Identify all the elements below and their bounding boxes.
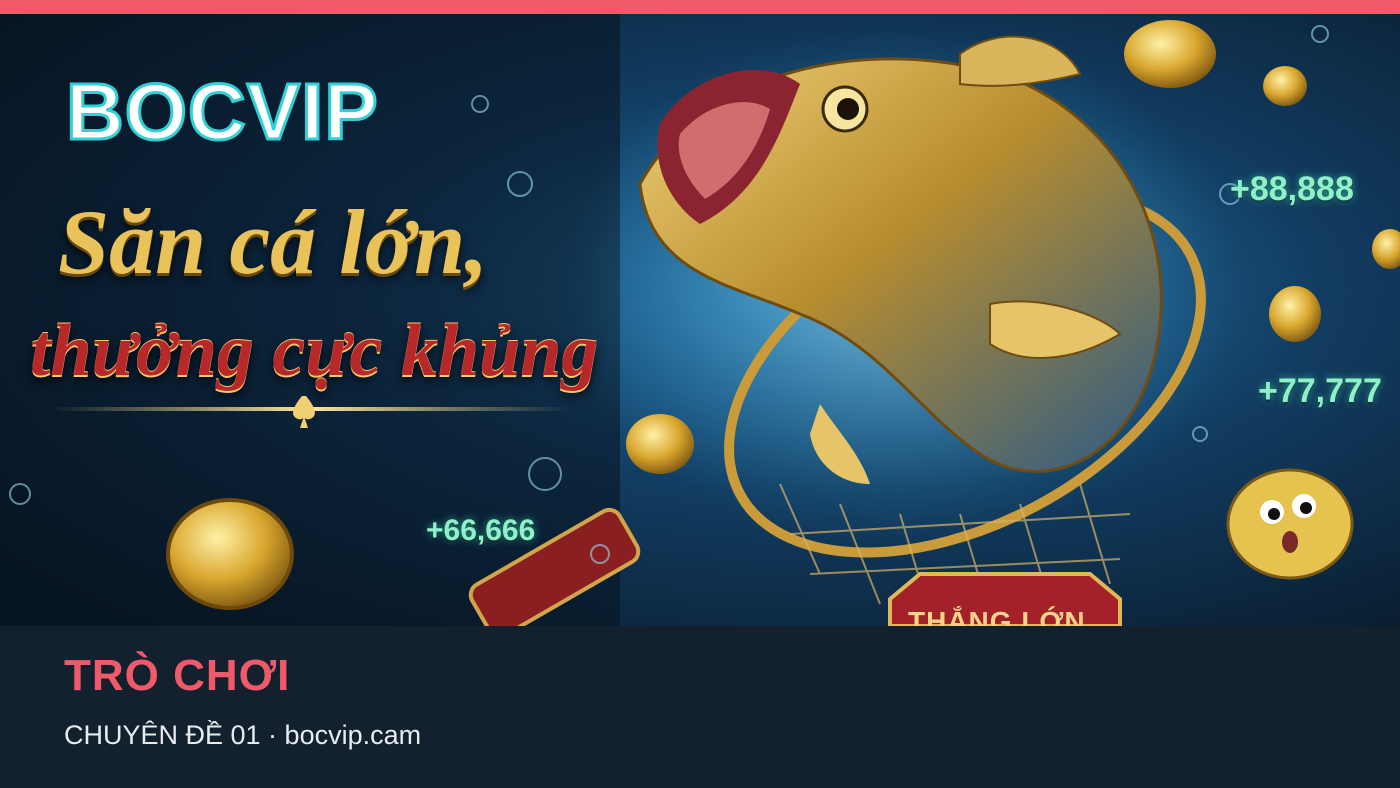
puffer-fish: [1226, 468, 1354, 580]
headline-line-1: Săn cá lớn,: [58, 191, 489, 293]
category-label[interactable]: TRÒ CHƠI: [64, 654, 290, 698]
brand-logo: BOCVIP: [65, 67, 380, 156]
bonus-value: +77,777: [1258, 372, 1382, 410]
win-label: THẮNG LỚN: [908, 606, 1086, 626]
top-accent-bar: [0, 0, 1400, 14]
bonus-value: +88,888: [1230, 170, 1354, 208]
hero-banner[interactable]: BOCVIP Săn cá lớn, thưởng cực khủng +88,…: [0, 14, 1400, 626]
card-subtitle: CHUYÊN ĐỀ 01 · bocvip.cam: [64, 720, 422, 750]
headline-line-2: thưởng cực khủng: [30, 310, 599, 392]
bonus-value: +66,666: [426, 514, 536, 547]
